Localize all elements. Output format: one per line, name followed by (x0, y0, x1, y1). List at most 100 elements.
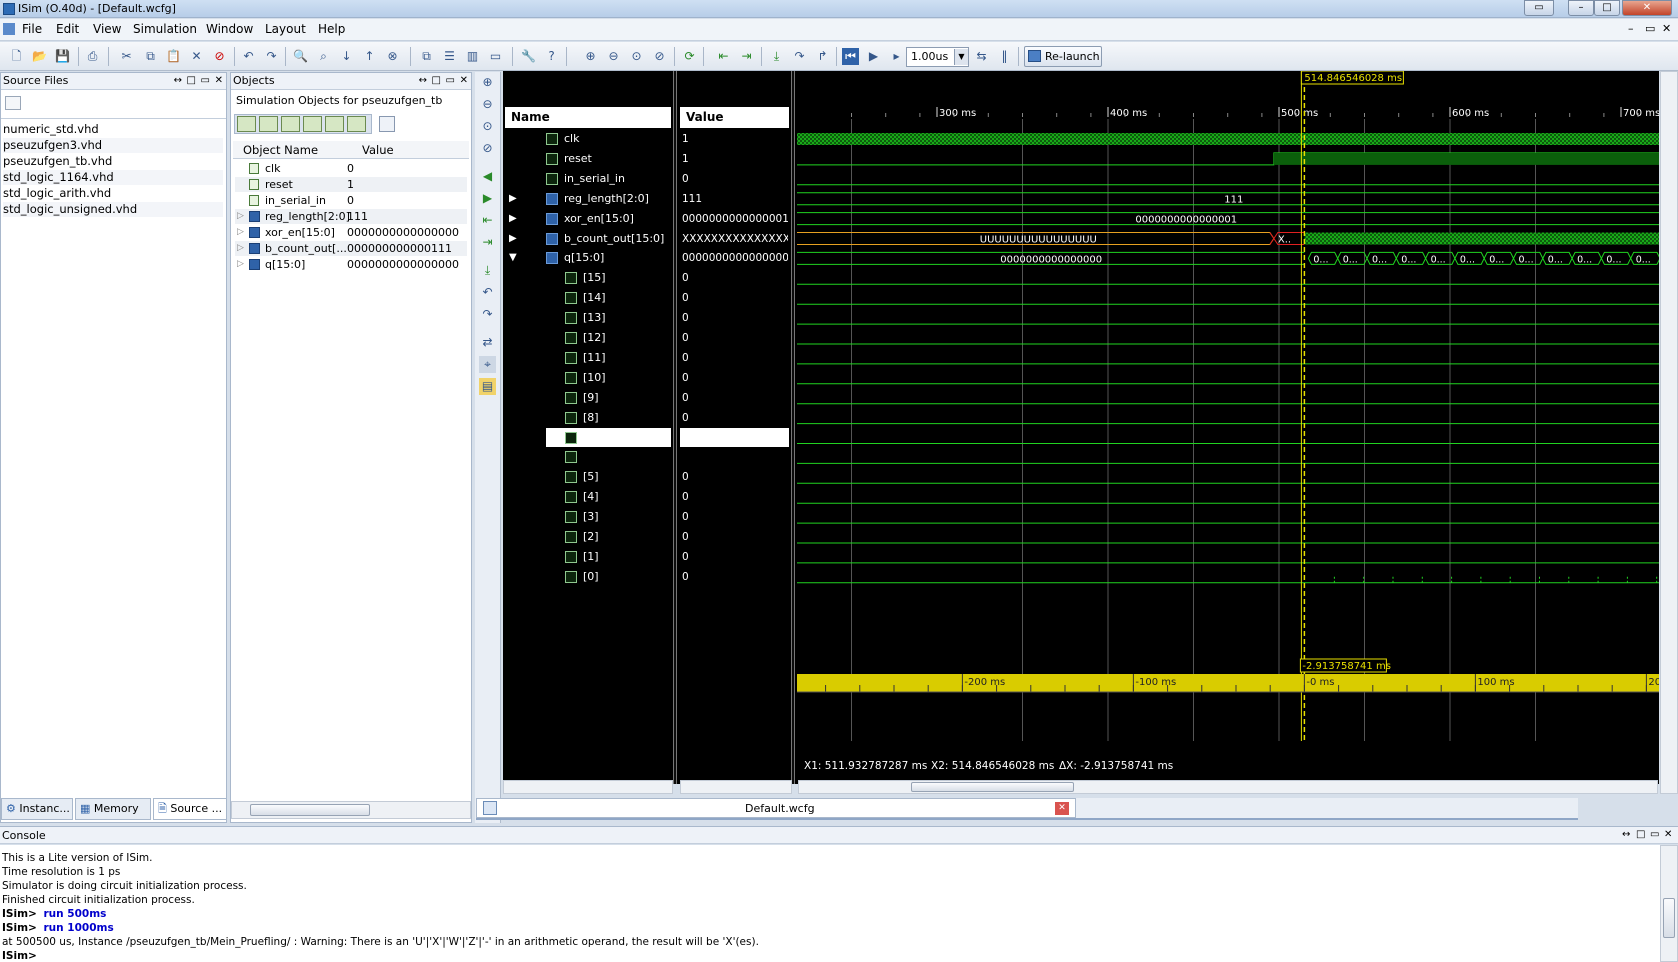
cancel-icon[interactable]: ⊗ (384, 48, 401, 65)
mdi-restore-icon[interactable]: ▭ (1645, 22, 1655, 35)
signal-name[interactable]: [15] (565, 269, 685, 287)
menu-help[interactable]: Help (318, 22, 345, 36)
restore-icon[interactable]: ▭ (446, 74, 455, 88)
filter-input-icon[interactable] (237, 116, 256, 132)
go-prev-icon[interactable]: ⇤ (715, 48, 732, 65)
expand-icon[interactable]: ▷ (237, 209, 244, 224)
zoom-cursor-icon[interactable]: ⊘ (651, 48, 668, 65)
signal-name[interactable]: q[15:0] (546, 249, 666, 267)
expand-icon[interactable]: ▷ (237, 241, 244, 256)
signal-name[interactable]: [7] (565, 429, 685, 447)
maximize-button[interactable]: □ (1594, 0, 1620, 16)
tab-instances[interactable]: ⚙ Instanc... (1, 798, 73, 820)
zoom-out-icon[interactable]: ⊖ (605, 48, 622, 65)
signal-name[interactable]: [10] (565, 369, 685, 387)
filter-output-icon[interactable] (259, 116, 278, 132)
signal-name[interactable]: [12] (565, 329, 685, 347)
signal-name[interactable]: [6] (565, 448, 685, 466)
signal-name[interactable]: [5] (565, 468, 685, 486)
expand-icon[interactable]: ▷ (237, 225, 244, 240)
close-icon[interactable]: ✕ (1664, 828, 1672, 842)
zoom-fit-icon[interactable]: ⊙ (479, 118, 496, 135)
restore-icon[interactable]: ▭ (1524, 0, 1554, 16)
prev-marker-icon[interactable]: ↶ (479, 284, 496, 301)
filter-internal-icon[interactable] (303, 116, 322, 132)
signal-name[interactable]: [14] (565, 289, 685, 307)
properties-icon[interactable]: 🔧 (520, 48, 537, 65)
source-file-item[interactable]: std_logic_unsigned.vhd (3, 202, 223, 217)
go-begin-icon[interactable]: ◀ (479, 168, 496, 185)
open-folder-icon[interactable]: 📂 (31, 48, 48, 65)
mdi-close-icon[interactable]: ✕ (1662, 22, 1671, 35)
add-marker-icon[interactable]: ⤓ (479, 262, 496, 279)
signal-name[interactable]: [11] (565, 349, 685, 367)
maximize-icon[interactable]: □ (432, 74, 441, 88)
tile-vertical-icon[interactable]: ▥ (464, 48, 481, 65)
find-replace-icon[interactable]: ⌕ (315, 48, 332, 65)
menu-file[interactable]: File (22, 22, 42, 36)
signal-name[interactable]: [2] (565, 528, 685, 546)
new-file-icon[interactable]: 🗋 (8, 48, 25, 65)
step-out-icon[interactable]: ↱ (814, 48, 831, 65)
source-file-item[interactable]: std_logic_arith.vhd (3, 186, 223, 201)
close-button[interactable]: ✕ (1622, 0, 1672, 16)
source-toolbar-icon[interactable] (5, 96, 21, 110)
object-row[interactable]: clk 0 (235, 161, 467, 176)
delete-icon[interactable]: ✕ (188, 48, 205, 65)
signal-name[interactable]: [1] (565, 548, 685, 566)
signal-name[interactable]: reg_length[2:0] (546, 190, 666, 208)
up-arrow-icon[interactable]: ↑ (361, 48, 378, 65)
float-icon[interactable]: ↔ (1622, 828, 1630, 842)
value-column-header[interactable]: Value (680, 107, 789, 128)
maximize-icon[interactable]: □ (1636, 828, 1645, 842)
break-icon[interactable]: ‖ (996, 48, 1013, 65)
close-tab-icon[interactable]: ✕ (1055, 802, 1069, 815)
object-row[interactable]: ▷ q[15:0] 0000000000000000 (235, 257, 467, 272)
values-h-scrollbar[interactable] (680, 780, 792, 794)
swap-cursors-icon[interactable]: ⇄ (479, 334, 496, 351)
wave-h-scrollbar[interactable] (798, 780, 1658, 794)
console-output[interactable]: This is a Lite version of ISim. Time res… (0, 845, 1660, 962)
signal-name[interactable]: [4] (565, 488, 685, 506)
name-column-header[interactable]: Name (505, 107, 671, 128)
run-for-icon[interactable]: ▸ (888, 48, 905, 65)
object-row[interactable]: ▷ reg_length[2:0] 111 (235, 209, 467, 224)
tab-memory[interactable]: ▦ Memory (75, 798, 151, 820)
tab-default-wcfg[interactable]: Default.wcfg ✕ (476, 798, 1076, 818)
signal-name[interactable]: clk (546, 130, 666, 148)
collapse-icon[interactable]: ▼ (509, 249, 521, 267)
help-icon[interactable]: ? (543, 48, 560, 65)
print-icon[interactable]: ⎙ (84, 48, 101, 65)
zoom-cursor-icon[interactable]: ⊘ (479, 140, 496, 157)
zoom-fit-icon[interactable]: ⊙ (628, 48, 645, 65)
names-h-scrollbar[interactable] (503, 780, 673, 794)
undo-icon[interactable]: ↶ (240, 48, 257, 65)
float-ruler-icon[interactable]: ▤ (479, 378, 496, 395)
down-arrow-icon[interactable]: ↓ (338, 48, 355, 65)
next-marker-icon[interactable]: ↷ (479, 306, 496, 323)
signal-name[interactable]: xor_en[15:0] (546, 210, 666, 228)
chevron-down-icon[interactable]: ▼ (954, 49, 968, 65)
menu-window[interactable]: Window (206, 22, 253, 36)
expand-icon[interactable]: ▶ (509, 190, 521, 208)
source-file-item[interactable]: pseuzufgen_tb.vhd (3, 154, 223, 169)
wave-v-scrollbar[interactable] (1660, 71, 1678, 794)
console-v-scrollbar[interactable] (1660, 845, 1678, 962)
waveform-canvas[interactable]: 300 ms 400 ms 500 ms 600 ms 700 ms 111 0000000… (797, 71, 1659, 784)
expand-icon[interactable]: ▷ (237, 257, 244, 272)
expand-icon[interactable]: ▶ (509, 210, 521, 228)
cut-icon[interactable]: ✂ (118, 48, 135, 65)
filter-bidir-icon[interactable] (281, 116, 300, 132)
find-icon[interactable]: 🔍 (292, 48, 309, 65)
redo-icon[interactable]: ↷ (263, 48, 280, 65)
step-icon[interactable]: ⤓ (768, 48, 785, 65)
source-file-item[interactable]: numeric_std.vhd (3, 122, 223, 137)
filter-constant-icon[interactable] (325, 116, 344, 132)
object-row[interactable]: ▷ b_count_out[... 000000000000111 (235, 241, 467, 256)
menu-layout[interactable]: Layout (265, 22, 306, 36)
menu-edit[interactable]: Edit (56, 22, 79, 36)
tab-source[interactable]: 🗎 Source ... (153, 798, 227, 820)
window-icon[interactable]: ▭ (487, 48, 504, 65)
float-icon[interactable]: ↔ (419, 74, 427, 88)
save-icon[interactable]: 💾 (54, 48, 71, 65)
